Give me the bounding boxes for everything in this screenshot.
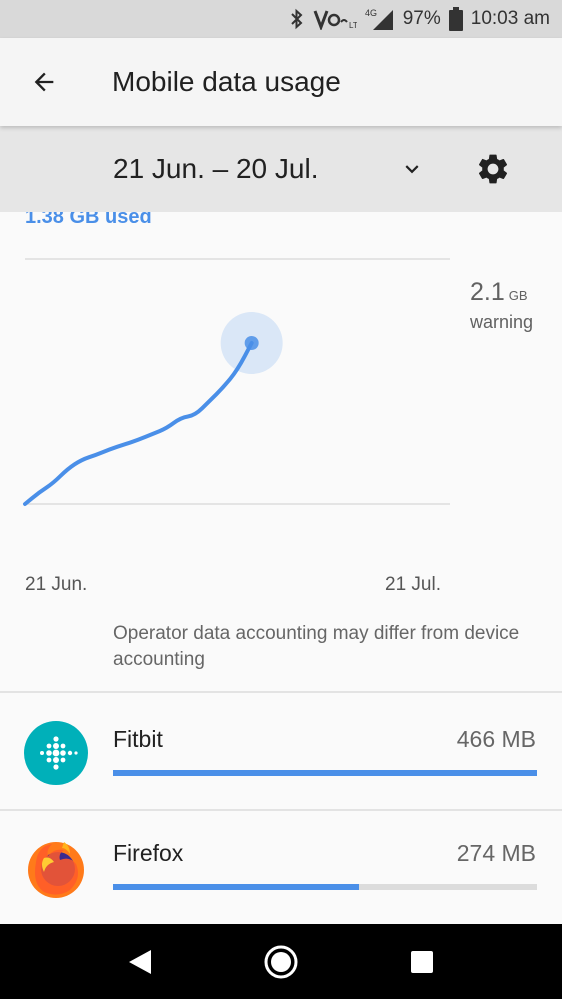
warning-value: 2.1	[470, 278, 505, 306]
status-bar: LTE 4G 97% 10:03 am	[0, 0, 562, 38]
page-title: Mobile data usage	[112, 66, 341, 97]
nav-recents-button[interactable]	[392, 932, 452, 992]
clock: 10:03 am	[470, 8, 550, 29]
svg-text:LTE: LTE	[349, 21, 357, 30]
back-button[interactable]	[14, 52, 74, 112]
nav-back-button[interactable]	[110, 932, 170, 992]
svg-text:4G: 4G	[365, 8, 377, 18]
app-bar: Mobile data usage	[0, 38, 562, 126]
warning-threshold: 2.1 GB	[470, 278, 528, 307]
bluetooth-icon	[289, 8, 305, 30]
firefox-icon	[24, 836, 88, 900]
battery-icon	[448, 7, 463, 31]
chevron-down-icon	[405, 165, 419, 174]
warning-unit: GB	[508, 288, 528, 303]
date-range-bar: 21 Jun. – 20 Jul.	[0, 126, 562, 212]
arrow-back-icon	[34, 72, 54, 92]
app-data-size: 466 MB	[456, 726, 536, 752]
usage-line	[23, 341, 254, 506]
app-row-firefox[interactable]: Firefox 274 MB	[0, 810, 562, 924]
warning-label: warning	[470, 312, 534, 332]
gear-icon	[478, 154, 508, 184]
chart-axis-end-label: 21 Jul.	[385, 574, 441, 595]
app-data-size: 274 MB	[456, 840, 536, 866]
app-usage-bar-fill	[113, 770, 537, 776]
back-triangle-icon	[129, 949, 152, 974]
4g-signal-icon: 4G	[365, 7, 395, 31]
settings-button[interactable]	[470, 146, 516, 192]
nav-home-button[interactable]	[251, 932, 311, 992]
section-divider	[0, 691, 562, 693]
app-usage-bar	[113, 884, 537, 890]
app-usage-bar	[113, 770, 537, 776]
date-range-selector[interactable]: 21 Jun. – 20 Jul.	[113, 153, 318, 185]
fitbit-icon	[24, 721, 88, 785]
accounting-note: Operator data accounting may differ from…	[113, 623, 520, 670]
volte-icon: LTE	[313, 8, 357, 30]
recents-square-icon	[410, 950, 433, 973]
app-row-fitbit[interactable]: Fitbit 466 MB	[0, 694, 562, 808]
app-name: Firefox	[113, 840, 184, 866]
system-nav-bar	[0, 924, 562, 999]
chart-axis-start-label: 21 Jun.	[25, 574, 88, 595]
date-range-dropdown-button[interactable]	[390, 147, 434, 191]
home-circle-icon	[264, 945, 298, 978]
battery-percent: 97%	[402, 8, 441, 29]
app-usage-bar-fill	[113, 884, 359, 890]
usage-current-point	[244, 336, 259, 350]
app-name: Fitbit	[113, 726, 163, 752]
